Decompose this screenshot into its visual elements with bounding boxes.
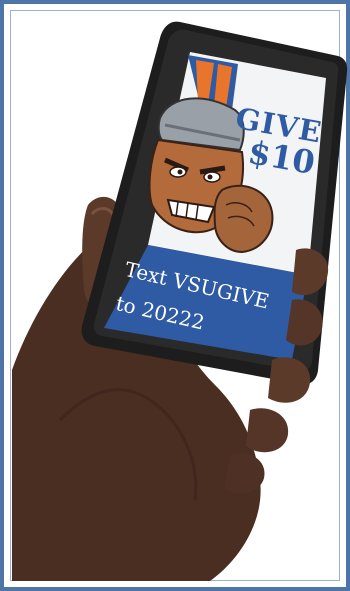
photo-scene <box>12 21 348 582</box>
